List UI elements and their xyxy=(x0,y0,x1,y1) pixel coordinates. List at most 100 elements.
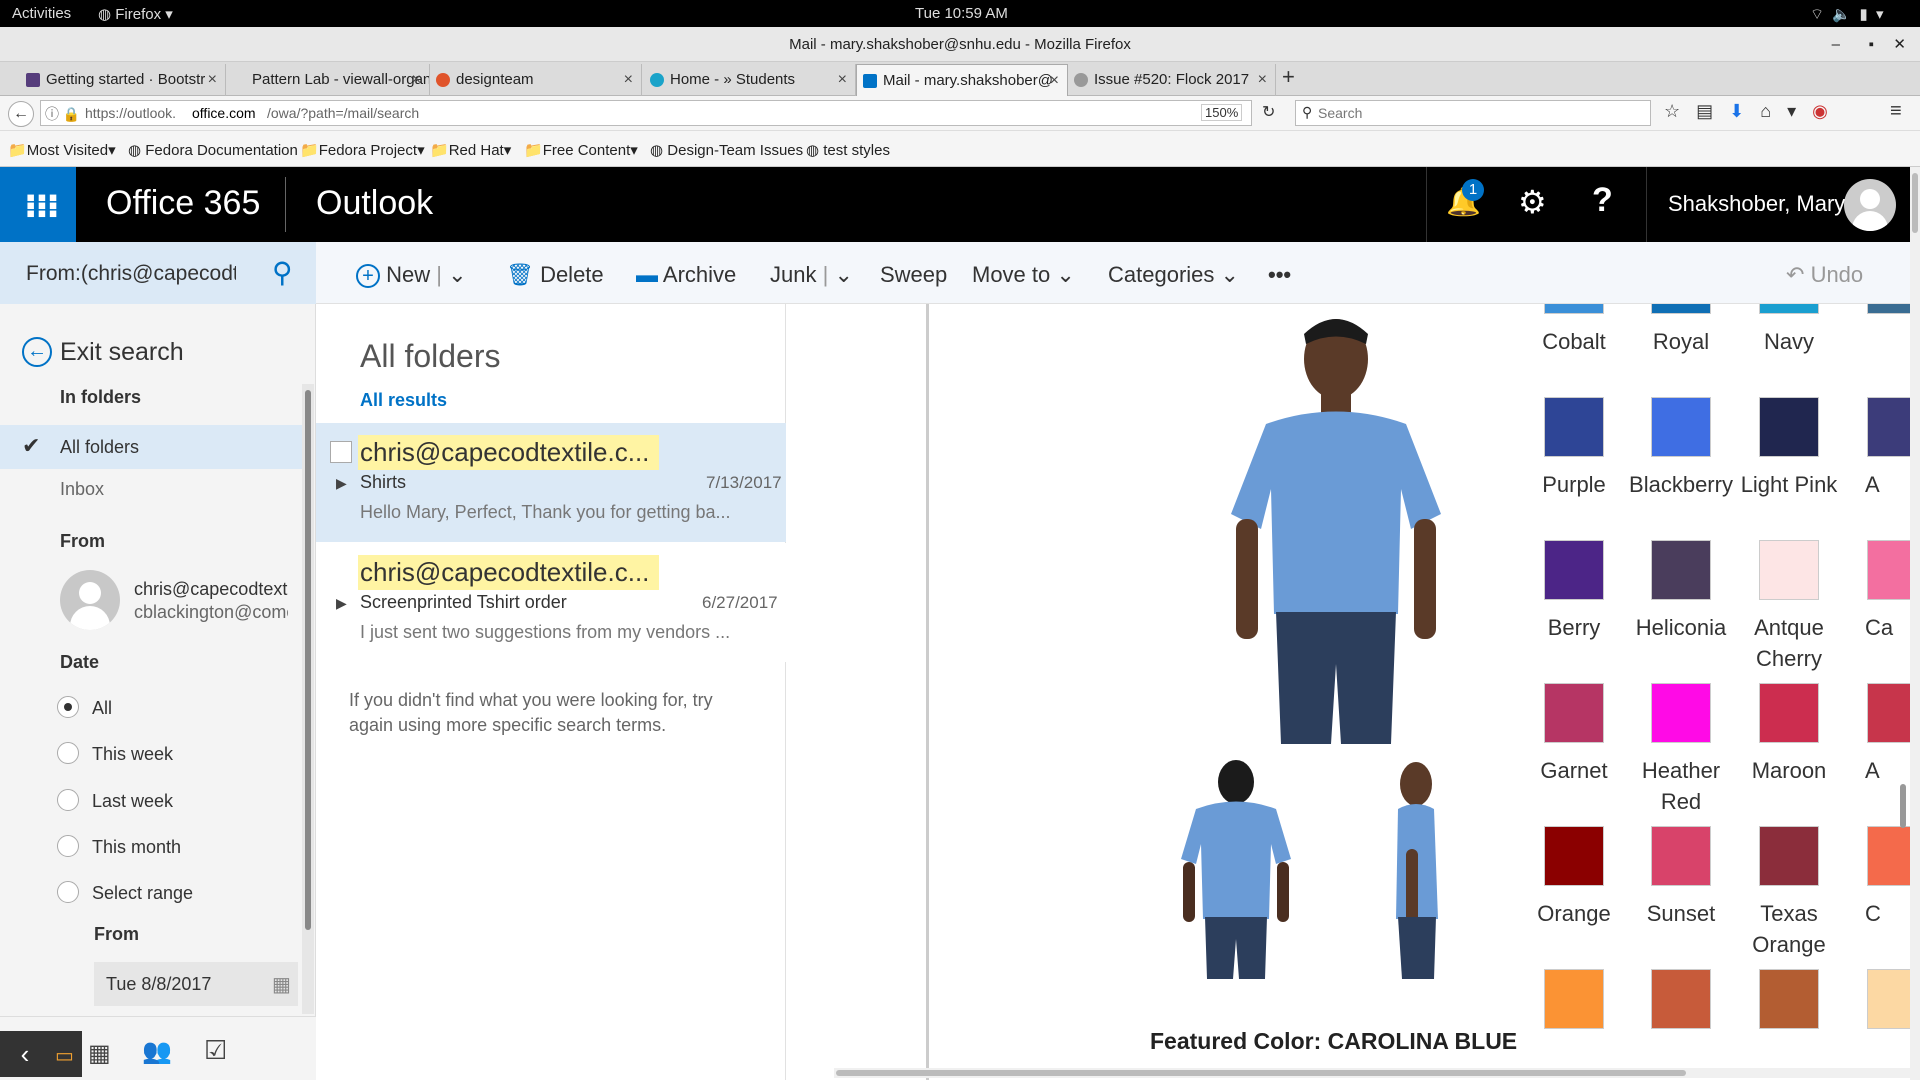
date-option-this-week[interactable]: This week xyxy=(92,744,173,765)
tab-pattern-lab[interactable]: Pattern Lab - viewall-organi × xyxy=(226,64,430,96)
close-tab-icon[interactable]: × xyxy=(412,64,421,96)
close-tab-icon[interactable]: × xyxy=(1050,65,1059,96)
tab-label: Issue #520: Flock 2017 xyxy=(1094,71,1250,88)
calendar-module-icon[interactable]: ▦ xyxy=(88,1039,111,1068)
bookmark-fedora-project[interactable]: 📁Fedora Project▾ xyxy=(300,141,425,159)
help-icon[interactable]: ? xyxy=(1592,181,1613,220)
list-item[interactable]: chris@capecodtextile.c... ▶ Screenprinte… xyxy=(316,543,786,662)
move-to-button[interactable]: Move to ⌄ xyxy=(972,262,1075,288)
archive-button[interactable]: ▬ Archive xyxy=(636,262,736,288)
close-tab-icon[interactable]: × xyxy=(208,64,217,96)
chevron-down-icon[interactable]: ⌄ xyxy=(834,262,852,287)
folder-all-folders[interactable]: ✔ All folders xyxy=(0,425,302,469)
url-domain: office.com xyxy=(192,105,256,121)
from-date-picker[interactable]: Tue 8/8/2017 ▦ xyxy=(94,962,298,1006)
toolbar-icons[interactable]: ☆▤⬇⌂▾◉ xyxy=(1664,101,1844,122)
new-button[interactable]: + New | ⌄ xyxy=(356,262,467,288)
chevron-down-icon[interactable]: ⌄ xyxy=(448,262,466,287)
tab-students[interactable]: Home - » Students × xyxy=(644,64,856,96)
activities-button[interactable]: Activities xyxy=(12,5,71,22)
url-bar[interactable]: ⓘ 🔒 https://outlook. office.com /owa/?pa… xyxy=(40,100,1252,126)
zoom-indicator[interactable]: 150% xyxy=(1201,104,1243,121)
categories-button[interactable]: Categories ⌄ xyxy=(1108,262,1239,288)
content-border xyxy=(926,304,929,1080)
maximize-button[interactable]: ▪ xyxy=(1869,27,1874,62)
page-scrollbar[interactable] xyxy=(1910,167,1920,1080)
user-name[interactable]: Shakshober, Mary xyxy=(1668,191,1845,217)
search-bar[interactable]: ⚲ Search xyxy=(1295,100,1651,126)
search-placeholder: Search xyxy=(1318,105,1363,121)
bookmark-fedora-docs[interactable]: ◍ Fedora Documentation xyxy=(128,141,298,159)
site-info-icon[interactable]: ⓘ 🔒 xyxy=(45,104,80,124)
horizontal-scrollbar[interactable] xyxy=(834,1068,1910,1078)
reading-scrollbar-thumb[interactable] xyxy=(1900,784,1906,828)
brand-title[interactable]: Office 365 xyxy=(106,184,260,223)
clock[interactable]: Tue 10:59 AM xyxy=(915,5,1008,22)
app-title[interactable]: Outlook xyxy=(316,184,433,223)
app-menu[interactable]: ◍ Firefox ▾ xyxy=(98,5,173,23)
list-title: All folders xyxy=(360,338,501,374)
tab-designteam[interactable]: designteam × xyxy=(430,64,642,96)
bookmark-free-content[interactable]: 📁Free Content▾ xyxy=(524,141,638,159)
date-option-this-month[interactable]: This month xyxy=(92,837,181,858)
page-scrollbar-thumb[interactable] xyxy=(1912,173,1918,233)
bookmark-most-visited[interactable]: 📁Most Visited▾ xyxy=(8,141,116,159)
radio-select-range[interactable] xyxy=(57,881,79,903)
tasks-icon[interactable]: ☑ xyxy=(204,1035,227,1066)
sender-name[interactable]: chris@capecodtextil xyxy=(134,579,288,600)
select-checkbox[interactable] xyxy=(330,441,352,463)
radio-all[interactable] xyxy=(57,696,79,718)
new-tab-button[interactable]: + xyxy=(1282,64,1295,90)
color-label: Purple xyxy=(1542,472,1606,497)
tab-mail[interactable]: Mail - mary.shakshober@ × xyxy=(856,64,1068,96)
date-option-last-week[interactable]: Last week xyxy=(92,791,173,812)
refiners-scrollbar-thumb[interactable] xyxy=(305,390,311,930)
refiners-scrollbar[interactable] xyxy=(302,384,314,1014)
model-back-image xyxy=(1181,760,1291,979)
calendar-icon[interactable]: ▦ xyxy=(272,972,291,997)
expand-triangle-icon[interactable]: ▶ xyxy=(336,475,347,492)
gear-icon[interactable]: ⚙ xyxy=(1518,183,1547,221)
search-icon[interactable]: ⚲ xyxy=(272,256,293,289)
junk-button[interactable]: Junk | ⌄ xyxy=(770,262,853,288)
close-window-button[interactable]: ✕ xyxy=(1893,27,1906,62)
app-launcher-button[interactable]: ▪▪▪ ▪▪▪ ▪▪▪ xyxy=(0,167,76,242)
hamburger-menu-icon[interactable]: ≡ xyxy=(1890,100,1902,123)
close-tab-icon[interactable]: × xyxy=(838,64,847,96)
radio-this-month[interactable] xyxy=(57,835,79,857)
people-icon[interactable]: 👥 xyxy=(142,1037,172,1066)
mail-module-button[interactable]: ▭ xyxy=(50,1031,82,1077)
folder-inbox[interactable]: Inbox xyxy=(60,479,104,500)
avatar-body xyxy=(70,606,110,630)
back-button[interactable]: ← xyxy=(8,101,34,127)
collapse-arrow-icon[interactable]: ‹ xyxy=(0,1031,50,1077)
sweep-button[interactable]: Sweep xyxy=(880,262,947,288)
minimize-button[interactable]: – xyxy=(1832,27,1840,62)
expand-triangle-icon[interactable]: ▶ xyxy=(336,595,347,612)
sender-avatar[interactable] xyxy=(60,570,120,630)
tab-issue[interactable]: Issue #520: Flock 2017 × xyxy=(1068,64,1276,96)
bookmark-red-hat[interactable]: 📁Red Hat▾ xyxy=(430,141,511,159)
date-option-select-range[interactable]: Select range xyxy=(92,883,193,904)
bookmark-design-team[interactable]: ◍ Design-Team Issues xyxy=(650,141,803,159)
bookmark-test-styles[interactable]: ◍ test styles xyxy=(806,141,890,159)
delete-button[interactable]: 🗑 Delete xyxy=(506,262,604,288)
more-commands-button[interactable]: ••• xyxy=(1268,262,1291,288)
close-tab-icon[interactable]: × xyxy=(624,64,633,96)
radio-this-week[interactable] xyxy=(57,742,79,764)
all-results-filter[interactable]: All results xyxy=(360,390,447,411)
avatar[interactable] xyxy=(1844,179,1896,231)
radio-last-week[interactable] xyxy=(57,789,79,811)
date-option-all[interactable]: All xyxy=(92,698,112,719)
back-arrow-icon[interactable]: ← xyxy=(22,337,52,367)
search-input[interactable]: From:(chris@capecodte xyxy=(26,262,236,286)
list-item[interactable]: chris@capecodtextile.c... ▶ Shirts 7/13/… xyxy=(316,423,786,542)
exit-search-button[interactable]: Exit search xyxy=(60,338,184,367)
tab-bootstrap[interactable]: Getting started · Bootstr × xyxy=(20,64,226,96)
reload-icon[interactable]: ↻ xyxy=(1262,102,1275,122)
close-tab-icon[interactable]: × xyxy=(1258,64,1267,96)
undo-button[interactable]: ↶ Undo xyxy=(1786,262,1863,288)
horizontal-scrollbar-thumb[interactable] xyxy=(836,1070,1686,1076)
system-tray-icons[interactable]: ⌔ 🔈 ▮ ▾ xyxy=(1810,5,1884,24)
search-box[interactable]: From:(chris@capecodte ⚲ xyxy=(0,242,316,304)
